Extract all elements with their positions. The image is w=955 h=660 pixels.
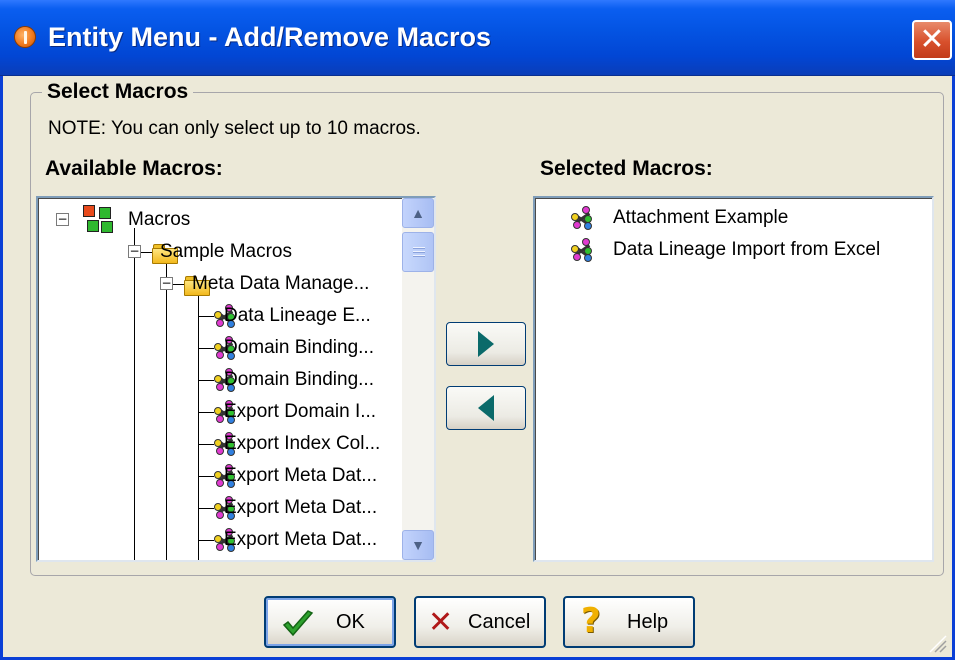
help-button[interactable]: ? Help	[563, 596, 695, 648]
selected-macro-label: Attachment Example	[613, 207, 789, 228]
tree-node-label: Export Meta Dat...	[224, 497, 378, 518]
tree-scrollbar[interactable]: ▲ ▼	[402, 198, 434, 560]
collapse-icon[interactable]: −	[56, 213, 69, 226]
ok-button-label: OK	[336, 611, 365, 633]
scroll-down-button[interactable]: ▼	[402, 530, 434, 560]
cancel-button-label: Cancel	[468, 611, 531, 633]
resize-grip-icon[interactable]	[924, 630, 948, 654]
cancel-x-icon: ✕	[428, 605, 454, 640]
app-icon	[14, 26, 36, 48]
tree-node-label: Sample Macros	[160, 241, 292, 262]
tree-node-label: Export Index Col...	[224, 433, 381, 454]
available-macros-label: Available Macros:	[45, 157, 223, 180]
tree-viewport: − Macros − Sample Macros − Meta Data Man…	[38, 198, 402, 560]
scroll-up-button[interactable]: ▲	[402, 198, 434, 228]
collapse-icon[interactable]: −	[128, 245, 141, 258]
tree-node-macro[interactable]: Export Index Col...	[38, 430, 402, 460]
tree-node-label: Macros	[128, 209, 191, 230]
tree-node-partial	[38, 558, 402, 560]
tree-node-macro[interactable]: Export Meta Dat...	[38, 462, 402, 492]
tree-node-meta-data-management[interactable]: − Meta Data Manage...	[38, 270, 402, 300]
tree-node-macro[interactable]: Export Domain I...	[38, 398, 402, 428]
selected-macros-label: Selected Macros:	[540, 157, 713, 180]
tree-node-label: Export Meta Dat...	[224, 465, 378, 486]
arrow-right-icon	[478, 331, 494, 357]
tree-node-label: Domain Binding...	[224, 369, 374, 390]
ok-button[interactable]: OK	[264, 596, 396, 648]
tree-node-macros[interactable]: − Macros	[38, 204, 402, 236]
tree-node-sample-macros[interactable]: − Sample Macros	[38, 238, 402, 268]
tree-node-macro[interactable]: Export Meta Dat...	[38, 494, 402, 524]
macros-root-icon	[82, 204, 114, 234]
tree-node-label: Data Lineage E...	[224, 305, 371, 326]
available-macros-tree[interactable]: − Macros − Sample Macros − Meta Data Man…	[36, 196, 436, 562]
groupbox-title: Select Macros	[42, 80, 194, 104]
help-button-label: Help	[627, 611, 669, 633]
selected-macro-label: Data Lineage Import from Excel	[613, 239, 881, 260]
tree-node-macro[interactable]: Domain Binding...	[38, 366, 402, 396]
tree-node-macro[interactable]: Export Meta Dat...	[38, 526, 402, 556]
tree-node-label: Meta Data Manage...	[192, 273, 370, 294]
selected-macros-list[interactable]: Attachment Example Data Lineage Import fr…	[533, 196, 934, 562]
help-question-icon: ?	[581, 601, 601, 641]
tree-node-macro[interactable]: Data Lineage E...	[38, 302, 402, 332]
tree-node-label: Domain Binding...	[224, 337, 374, 358]
remove-macro-button[interactable]	[446, 386, 526, 430]
tree-node-macro[interactable]: Domain Binding...	[38, 334, 402, 364]
chevron-down-icon: ▼	[411, 537, 425, 553]
note-text: NOTE: You can only select up to 10 macro…	[48, 118, 421, 139]
add-macro-button[interactable]	[446, 322, 526, 366]
cancel-button[interactable]: ✕ Cancel	[414, 596, 546, 648]
tree-node-label: Export Domain I...	[224, 401, 377, 422]
scroll-thumb[interactable]	[402, 232, 434, 272]
macro-icon	[569, 238, 595, 262]
chevron-up-icon: ▲	[411, 205, 425, 221]
tree-node-label: Export Meta Dat...	[224, 529, 378, 550]
checkmark-icon	[282, 610, 314, 637]
arrow-left-icon	[478, 395, 494, 421]
macro-icon	[569, 206, 595, 230]
window-title: Entity Menu - Add/Remove Macros	[48, 22, 492, 52]
close-icon: ✕	[919, 23, 945, 56]
title-bar[interactable]: Entity Menu - Add/Remove Macros ✕	[0, 0, 955, 76]
collapse-icon[interactable]: −	[160, 277, 173, 290]
close-button[interactable]: ✕	[912, 20, 952, 60]
